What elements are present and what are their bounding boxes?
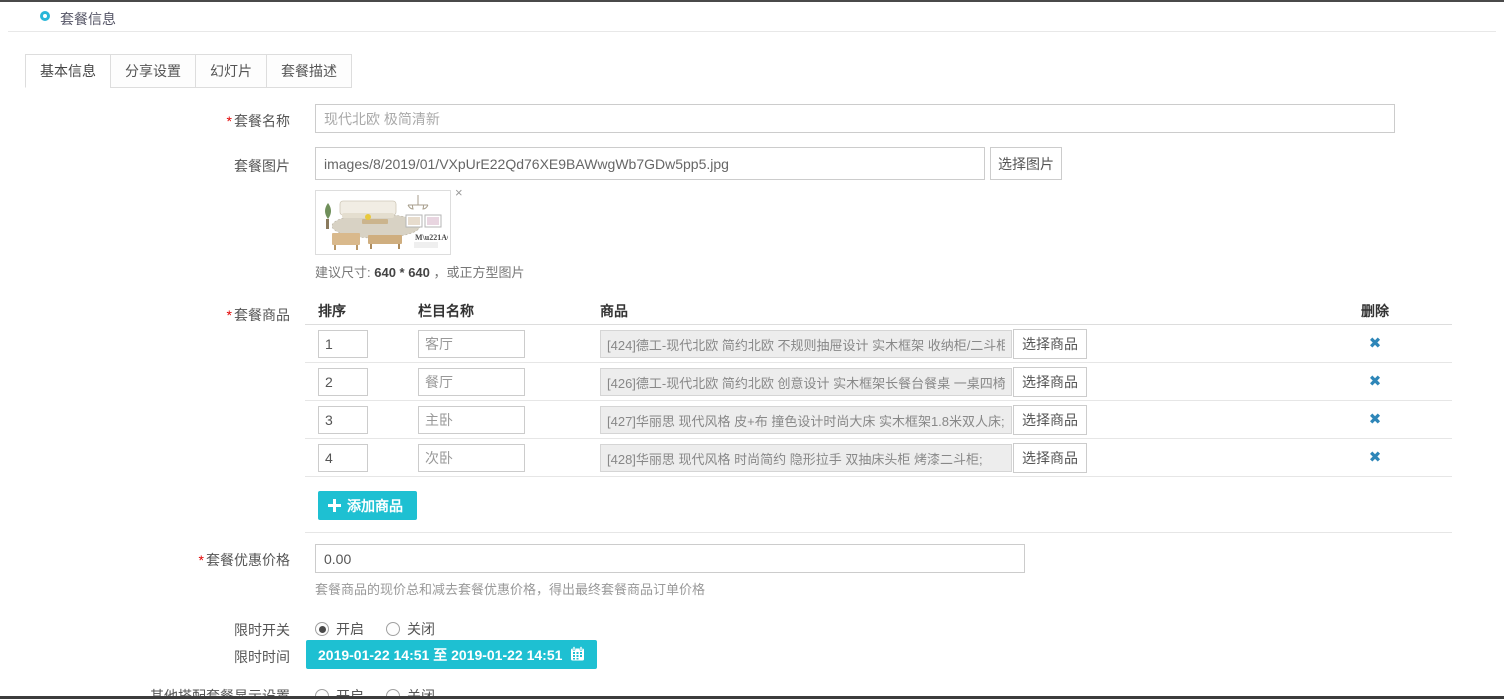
package-image-label: 套餐图片 [0, 156, 290, 176]
col-header-delete: 删除 [1350, 301, 1400, 321]
product-readonly-input[interactable] [600, 330, 1012, 358]
calendar-icon [570, 646, 585, 664]
choose-image-button[interactable]: 选择图片 [990, 147, 1062, 180]
sort-input[interactable] [318, 444, 368, 472]
remove-image-icon[interactable]: × [455, 186, 463, 199]
product-row: 选择商品 ✖ [305, 439, 1452, 477]
sort-input[interactable] [318, 406, 368, 434]
delete-row-icon[interactable]: ✖ [1350, 448, 1400, 468]
svg-text:M\u221AGIC: M\u221AGIC [415, 233, 448, 242]
package-name-label: *套餐名称 [0, 111, 290, 131]
page-header: 套餐信息 [8, 4, 1496, 32]
package-products-label: *套餐商品 [0, 305, 290, 325]
add-product-button[interactable]: 添加商品 [318, 491, 417, 520]
circle-icon [40, 11, 50, 21]
required-asterisk: * [227, 307, 232, 323]
date-range-button[interactable]: 2019-01-22 14:51 至 2019-01-22 14:51 [306, 640, 597, 669]
products-table-header: 排序 栏目名称 商品 删除 [305, 298, 1452, 325]
image-thumbnail: M\u221AGIC [315, 190, 451, 255]
image-size-hint: 建议尺寸: 640 * 640 ，或正方型图片 [315, 262, 525, 281]
time-switch-label: 限时开关 [0, 620, 290, 640]
tab-package-description[interactable]: 套餐描述 [266, 54, 352, 88]
delete-row-icon[interactable]: ✖ [1350, 372, 1400, 392]
tab-slideshow[interactable]: 幻灯片 [195, 54, 267, 88]
plus-icon [328, 499, 341, 512]
product-row: 选择商品 ✖ [305, 401, 1452, 439]
time-range-label: 限时时间 [0, 647, 290, 667]
delete-row-icon[interactable]: ✖ [1350, 410, 1400, 430]
tab-basic-info[interactable]: 基本信息 [25, 54, 111, 88]
package-price-input[interactable] [315, 544, 1025, 573]
package-name-input[interactable] [315, 104, 1395, 133]
delete-row-icon[interactable]: ✖ [1350, 334, 1400, 354]
tab-share-settings[interactable]: 分享设置 [110, 54, 196, 88]
category-input[interactable] [418, 444, 525, 472]
product-readonly-input[interactable] [600, 406, 1012, 434]
choose-product-button[interactable]: 选择商品 [1013, 367, 1087, 397]
divider [305, 532, 1452, 533]
package-price-label: *套餐优惠价格 [0, 550, 290, 570]
sort-input[interactable] [318, 368, 368, 396]
product-row: 选择商品 ✖ [305, 363, 1452, 401]
col-header-category: 栏目名称 [418, 301, 474, 321]
tab-bar: 基本信息 分享设置 幻灯片 套餐描述 [25, 54, 352, 88]
category-input[interactable] [418, 330, 525, 358]
col-header-sort: 排序 [318, 301, 346, 321]
choose-product-button[interactable]: 选择商品 [1013, 405, 1087, 435]
product-row: 选择商品 ✖ [305, 325, 1452, 363]
package-info-page: 套餐信息 基本信息 分享设置 幻灯片 套餐描述 *套餐名称 套餐图片 选择图片 [0, 0, 1504, 699]
category-input[interactable] [418, 368, 525, 396]
col-header-product: 商品 [600, 301, 628, 321]
product-readonly-input[interactable] [600, 368, 1012, 396]
radio-circle-on[interactable] [315, 622, 329, 636]
radio-off[interactable]: 关闭 [386, 619, 435, 639]
time-switch-radios: 开启 关闭 [315, 619, 435, 639]
category-input[interactable] [418, 406, 525, 434]
radio-circle-off[interactable] [386, 622, 400, 636]
furniture-scene-image: M\u221AGIC [318, 193, 448, 252]
price-help-text: 套餐商品的现价总和减去套餐优惠价格，得出最终套餐商品订单价格 [315, 579, 705, 598]
choose-product-button[interactable]: 选择商品 [1013, 443, 1087, 473]
products-table: 排序 栏目名称 商品 删除 选择商品 ✖ 选择商品 ✖ 选择商品 ✖ [305, 298, 1452, 477]
window-top-edge [0, 0, 1504, 2]
page-title: 套餐信息 [60, 9, 116, 29]
required-asterisk: * [227, 113, 232, 129]
required-asterisk: * [199, 552, 204, 568]
sort-input[interactable] [318, 330, 368, 358]
package-image-path-input[interactable] [315, 147, 985, 180]
choose-product-button[interactable]: 选择商品 [1013, 329, 1087, 359]
radio-on[interactable]: 开启 [315, 619, 364, 639]
product-readonly-input[interactable] [600, 444, 1012, 472]
